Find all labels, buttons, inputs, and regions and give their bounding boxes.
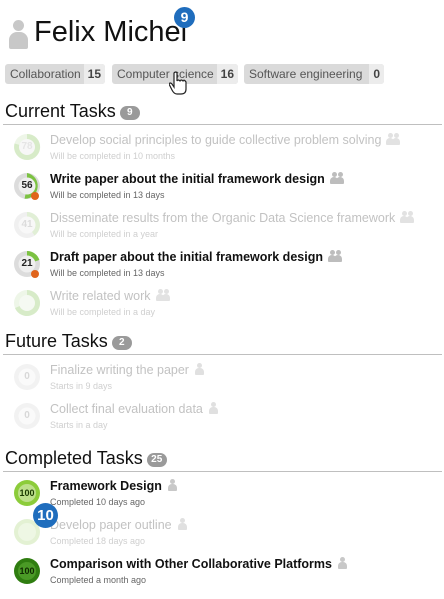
task-row[interactable]: 56 Write paper about the initial framewo… — [13, 172, 443, 206]
task-due: Will be completed in a year — [50, 229, 159, 239]
task-title[interactable]: Develop paper outline — [50, 518, 187, 532]
task-title[interactable]: Write related work — [50, 289, 170, 303]
task-due: Will be completed in 13 days — [50, 190, 165, 200]
task-row[interactable]: 100 Comparison with Other Collaborative … — [13, 557, 443, 591]
completed-tasks-count: 25 — [146, 453, 167, 467]
progress-ring-icon — [14, 290, 40, 316]
tag-count: 0 — [369, 64, 384, 84]
completed-tasks-heading: Completed Tasks 25 — [5, 448, 167, 469]
task-start: Starts in 9 days — [50, 381, 113, 391]
task-completed-date: Completed 18 days ago — [50, 536, 146, 546]
task-title[interactable]: Finalize writing the paper — [50, 363, 204, 377]
people-icon — [329, 172, 344, 184]
step-badge: 10 — [33, 503, 58, 528]
section-divider — [3, 124, 442, 125]
tag-count: 16 — [216, 64, 238, 84]
hand-cursor-icon — [169, 71, 187, 95]
progress-value: 100 — [19, 488, 35, 498]
section-title: Current Tasks — [5, 101, 116, 121]
person-icon — [167, 479, 177, 491]
task-row[interactable]: 0 Collect final evaluation data Starts i… — [13, 402, 443, 436]
tag-software-engineering[interactable]: Software engineering 0 — [244, 64, 384, 84]
task-row[interactable]: 100 Framework Design Completed 10 days a… — [13, 479, 443, 513]
profile-name: Felix Michel — [34, 16, 188, 48]
notification-badge[interactable]: 9 — [174, 7, 195, 28]
task-row[interactable]: 78 Develop social principles to guide co… — [13, 133, 443, 167]
progress-value: 56 — [21, 180, 33, 191]
progress-value: 0 — [24, 410, 30, 421]
people-icon — [155, 289, 170, 301]
section-title: Completed Tasks — [5, 448, 143, 468]
person-icon — [8, 20, 28, 50]
person-icon — [337, 557, 347, 569]
section-divider — [3, 354, 442, 355]
task-title[interactable]: Develop social principles to guide colle… — [50, 133, 401, 147]
tag-label: Collaboration — [10, 67, 81, 81]
people-icon — [327, 250, 342, 262]
person-icon — [194, 363, 204, 375]
task-due: Will be completed in 10 months — [50, 151, 176, 161]
future-tasks-heading: Future Tasks 2 — [5, 331, 132, 352]
tag-count: 15 — [83, 64, 105, 84]
task-row[interactable]: 41 Disseminate results from the Organic … — [13, 211, 443, 245]
task-row[interactable]: 21 Draft paper about the initial framewo… — [13, 250, 443, 284]
progress-value: 21 — [21, 258, 33, 269]
task-row[interactable]: 0 Finalize writing the paper Starts in 9… — [13, 363, 443, 397]
progress-value: 0 — [24, 371, 30, 382]
task-title[interactable]: Framework Design — [50, 479, 177, 493]
tag-label: Computer science — [117, 67, 214, 81]
current-tasks-heading: Current Tasks 9 — [5, 101, 140, 122]
progress-value: 78 — [21, 141, 33, 152]
section-divider — [3, 471, 442, 472]
task-due: Will be completed in 13 days — [50, 268, 165, 278]
person-icon — [208, 402, 218, 414]
people-icon — [386, 133, 401, 145]
task-title[interactable]: Disseminate results from the Organic Dat… — [50, 211, 415, 225]
current-tasks-count: 9 — [119, 106, 140, 120]
task-due: Will be completed in a day — [50, 307, 156, 317]
task-title[interactable]: Draft paper about the initial framework … — [50, 250, 342, 264]
task-title[interactable]: Write paper about the initial framework … — [50, 172, 344, 186]
task-title[interactable]: Comparison with Other Collaborative Plat… — [50, 557, 347, 571]
tag-label: Software engineering — [249, 67, 363, 81]
task-start: Starts in a day — [50, 420, 108, 430]
task-completed-date: Completed 10 days ago — [50, 497, 146, 507]
people-icon — [400, 211, 415, 223]
task-title[interactable]: Collect final evaluation data — [50, 402, 218, 416]
section-title: Future Tasks — [5, 331, 108, 351]
tag-collaboration[interactable]: Collaboration 15 — [5, 64, 105, 84]
task-completed-date: Completed a month ago — [50, 575, 147, 585]
progress-value: 41 — [21, 219, 33, 230]
person-icon — [177, 518, 187, 530]
task-row[interactable]: Develop paper outline Completed 18 days … — [13, 518, 443, 552]
progress-value: 100 — [19, 566, 35, 576]
future-tasks-count: 2 — [111, 336, 132, 350]
task-row[interactable]: Write related work Will be completed in … — [13, 289, 443, 323]
